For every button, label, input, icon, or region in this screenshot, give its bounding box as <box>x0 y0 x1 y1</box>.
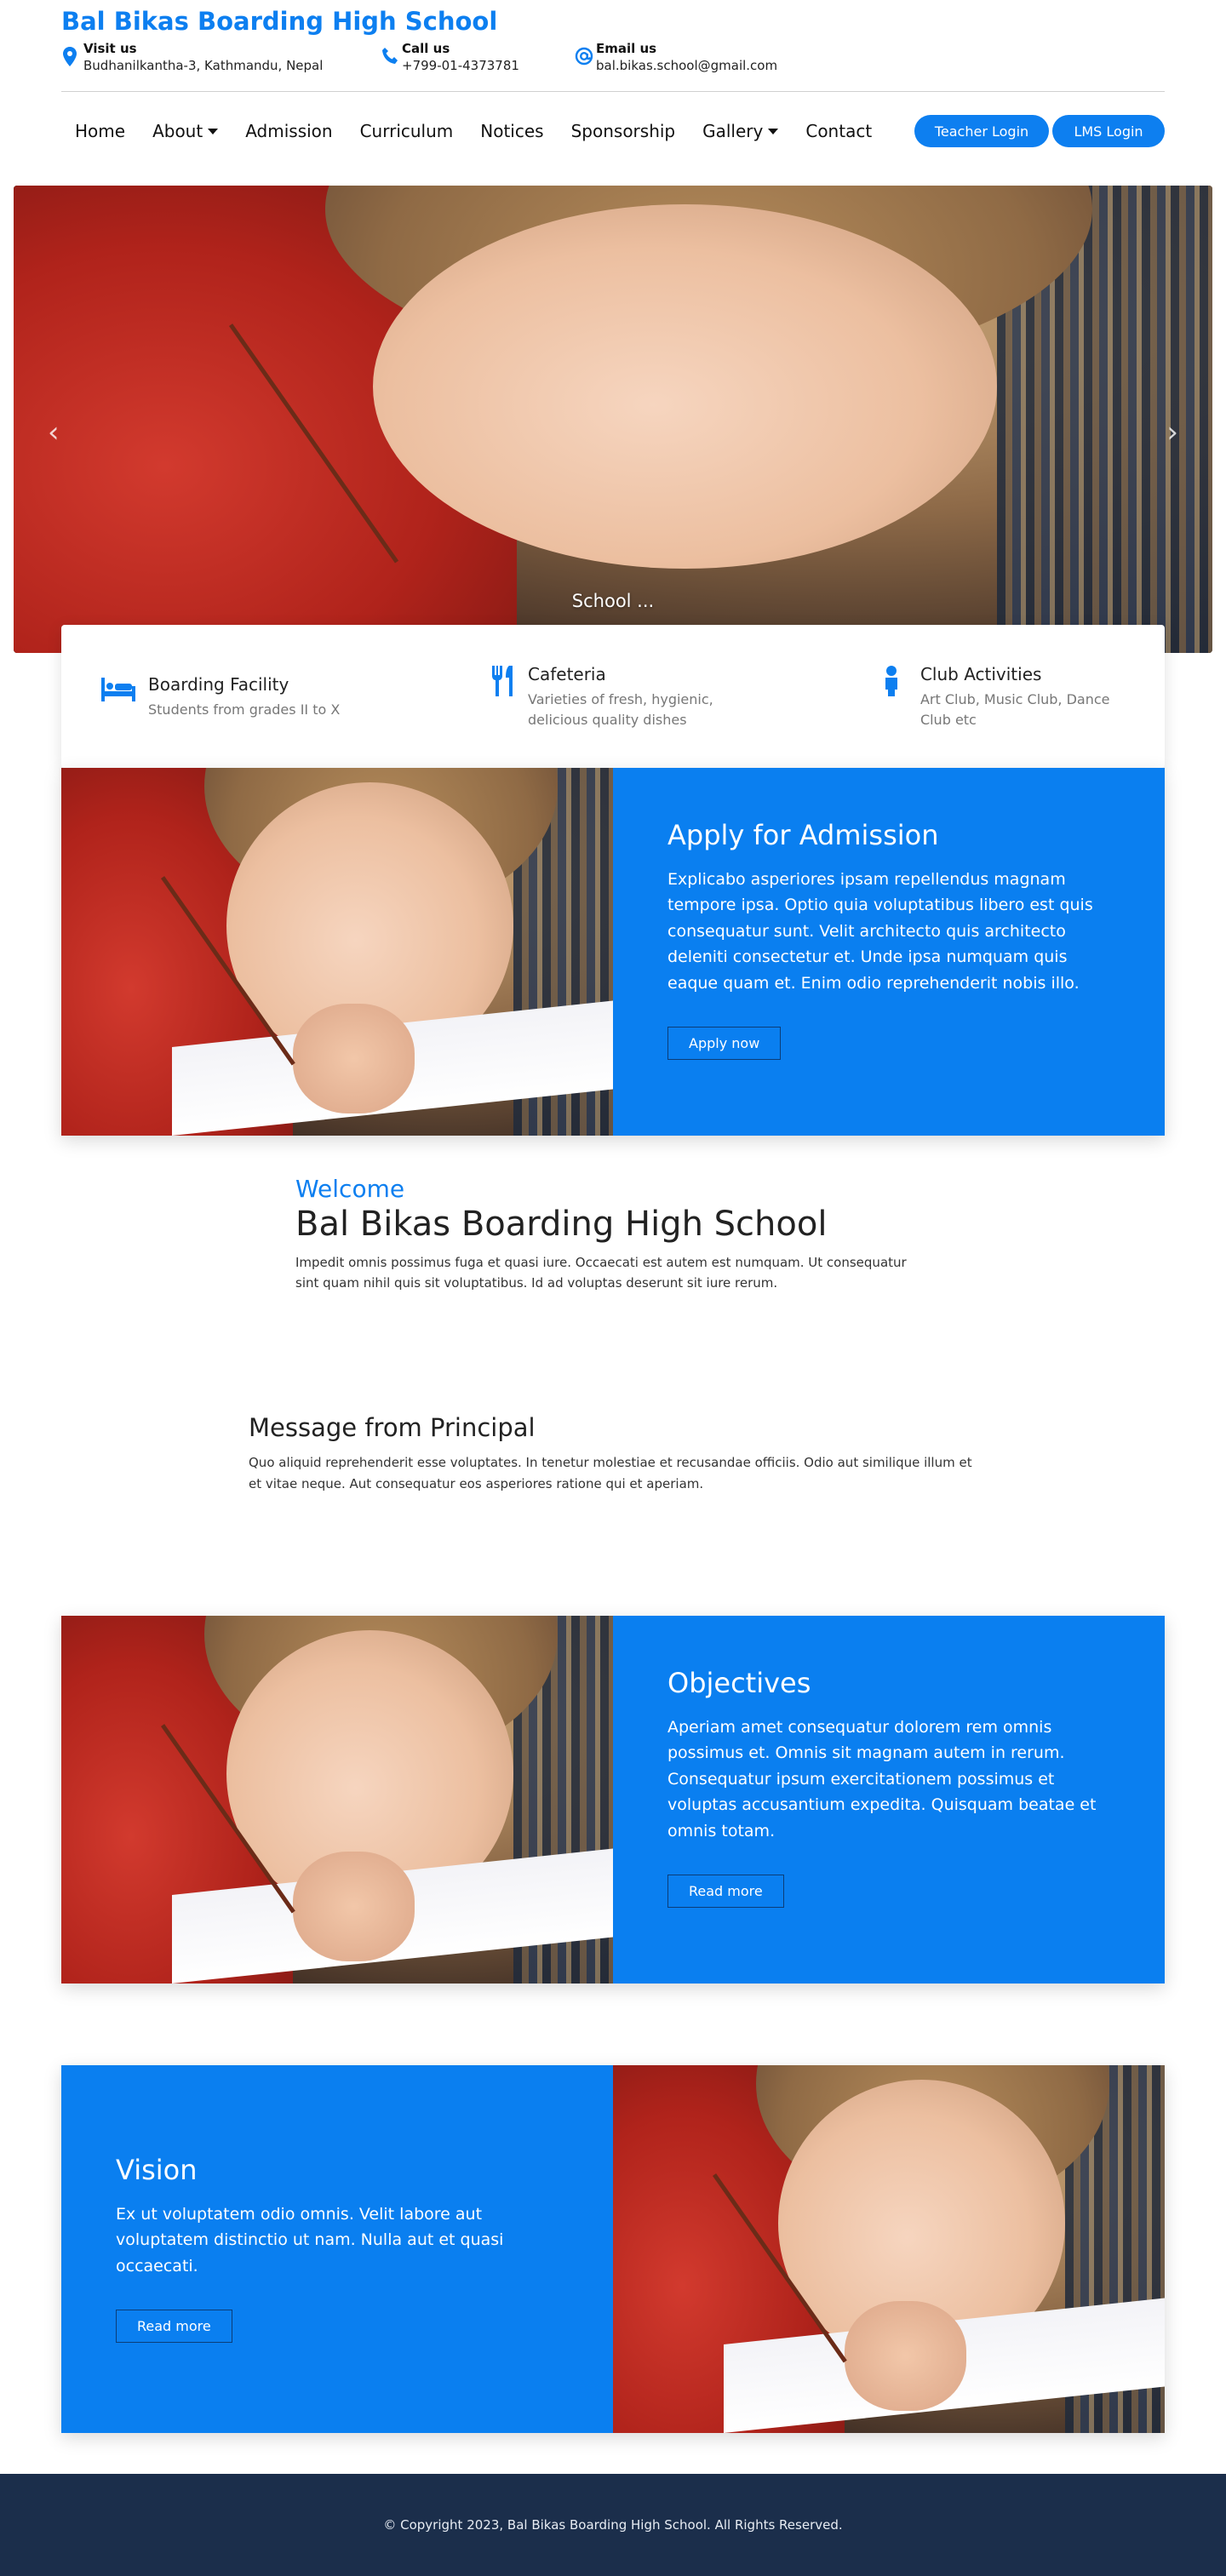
hero-caption: School ... <box>571 591 655 611</box>
contact-call-title: Call us <box>402 41 450 56</box>
feature-cafeteria-title: Cafeteria <box>528 664 606 684</box>
nav-gallery[interactable]: Gallery <box>689 121 792 141</box>
nav-admission[interactable]: Admission <box>232 121 346 141</box>
nav-contact-label: Contact <box>805 121 873 141</box>
nav-contact[interactable]: Contact <box>792 121 885 141</box>
teacher-login-button[interactable]: Teacher Login <box>914 115 1049 147</box>
nav-notices[interactable]: Notices <box>467 121 557 141</box>
nav-about[interactable]: About <box>139 121 232 141</box>
admission-title: Apply for Admission <box>667 819 939 851</box>
nav-home-label: Home <box>75 121 126 141</box>
vision-title: Vision <box>116 2154 198 2186</box>
nav-notices-label: Notices <box>480 121 544 141</box>
contact-visit-value: Budhanilkantha-3, Kathmandu, Nepal <box>83 58 324 73</box>
contact-call: Call us +799-01-4373781 <box>380 41 574 73</box>
bed-icon <box>100 674 138 708</box>
vision-read-more-button[interactable]: Read more <box>116 2310 232 2344</box>
welcome-title: Bal Bikas Boarding High School <box>295 1205 828 1244</box>
vision-section: Vision Ex ut voluptatem odio omnis. Veli… <box>61 2065 1165 2433</box>
welcome-subtitle: Welcome <box>295 1175 405 1203</box>
contact-info: Visit us Budhanilkantha-3, Kathmandu, Ne… <box>61 41 1165 73</box>
nav-gallery-label: Gallery <box>702 121 764 141</box>
feature-boarding-desc: Students from grades II to X <box>148 701 341 718</box>
vision-panel: Vision Ex ut voluptatem odio omnis. Veli… <box>61 2065 613 2433</box>
nav-sponsorship-label: Sponsorship <box>570 121 676 141</box>
feature-clubs: Club Activities Art Club, Music Club, Da… <box>880 664 1119 730</box>
site-header: Bal Bikas Boarding High School Visit us … <box>61 7 1165 73</box>
nav-curriculum-label: Curriculum <box>359 121 454 141</box>
vision-body: Ex ut voluptatem odio omnis. Velit labor… <box>116 2205 504 2275</box>
chevron-right-icon[interactable]: › <box>1166 415 1178 449</box>
contact-visit: Visit us Budhanilkantha-3, Kathmandu, Ne… <box>61 41 380 73</box>
apply-now-button[interactable]: Apply now <box>667 1026 782 1060</box>
person-icon <box>880 664 910 698</box>
site-footer: © Copyright 2023, Bal Bikas Boarding Hig… <box>0 2474 1226 2576</box>
nav-sponsorship[interactable]: Sponsorship <box>558 121 690 141</box>
photo-hand <box>293 1851 415 1962</box>
caret-down-icon <box>768 128 779 135</box>
feature-clubs-title: Club Activities <box>920 664 1042 684</box>
photo-face <box>373 203 997 570</box>
features-card: Boarding Facility Students from grades I… <box>61 625 1165 768</box>
contact-visit-title: Visit us <box>83 41 137 56</box>
page: Bal Bikas Boarding High School Visit us … <box>0 0 1226 2576</box>
nav-admission-label: Admission <box>245 121 333 141</box>
admission-body: Explicabo asperiores ipsam repellendus m… <box>667 870 1093 993</box>
feature-cafeteria-desc: Varieties of fresh, hygienic, delicious … <box>528 691 713 728</box>
main-nav: Home About Admission Curriculum Notices … <box>61 112 1165 150</box>
objectives-body: Aperiam amet consequatur dolorem rem omn… <box>667 1718 1097 1840</box>
copyright-text: © Copyright 2023, Bal Bikas Boarding Hig… <box>383 2517 843 2533</box>
photo-hand <box>845 2300 966 2412</box>
admission-section: Apply for Admission Explicabo asperiores… <box>61 768 1165 1136</box>
feature-clubs-desc: Art Club, Music Club, Dance Club etc <box>920 691 1110 728</box>
principal-section: Message from Principal Quo aliquid repre… <box>249 1413 981 1495</box>
vision-photo <box>613 2065 1165 2433</box>
objectives-photo <box>61 1616 613 1984</box>
nav-about-label: About <box>152 121 203 141</box>
admission-photo <box>61 768 613 1136</box>
chevron-left-icon[interactable]: ‹ <box>48 415 60 449</box>
contact-email-title: Email us <box>596 41 657 56</box>
objectives-panel: Objectives Aperiam amet consequatur dolo… <box>613 1616 1165 1984</box>
feature-boarding: Boarding Facility Students from grades I… <box>100 674 340 720</box>
admission-panel: Apply for Admission Explicabo asperiores… <box>613 768 1165 1136</box>
principal-title: Message from Principal <box>249 1413 536 1442</box>
map-pin-icon <box>61 46 82 72</box>
feature-cafeteria: Cafeteria Varieties of fresh, hygienic, … <box>489 664 727 730</box>
at-icon <box>574 46 594 72</box>
objectives-read-more-button[interactable]: Read more <box>667 1874 784 1908</box>
contact-email-value[interactable]: bal.bikas.school@gmail.com <box>596 58 777 73</box>
principal-body: Quo aliquid reprehenderit esse voluptate… <box>249 1455 972 1491</box>
contact-call-value[interactable]: +799-01-4373781 <box>402 58 519 73</box>
photo-hand <box>293 1003 415 1114</box>
feature-boarding-title: Boarding Facility <box>148 674 289 695</box>
objectives-section: Objectives Aperiam amet consequatur dolo… <box>61 1616 1165 1984</box>
objectives-title: Objectives <box>667 1667 811 1699</box>
lms-login-button[interactable]: LMS Login <box>1052 115 1165 147</box>
welcome-body: Impedit omnis possimus fuga et quasi iur… <box>295 1255 907 1291</box>
nav-home[interactable]: Home <box>61 121 139 141</box>
caret-down-icon <box>208 128 219 135</box>
nav-curriculum[interactable]: Curriculum <box>347 121 467 141</box>
utensils-icon <box>489 664 518 698</box>
hero-carousel: ‹ › School ... <box>14 186 1212 653</box>
contact-email: Email us bal.bikas.school@gmail.com <box>574 41 777 73</box>
welcome-section: Welcome Bal Bikas Boarding High School I… <box>295 1175 925 1293</box>
brand-logo-text[interactable]: Bal Bikas Boarding High School <box>61 7 1165 36</box>
phone-icon <box>380 46 400 72</box>
header-divider <box>61 91 1165 92</box>
